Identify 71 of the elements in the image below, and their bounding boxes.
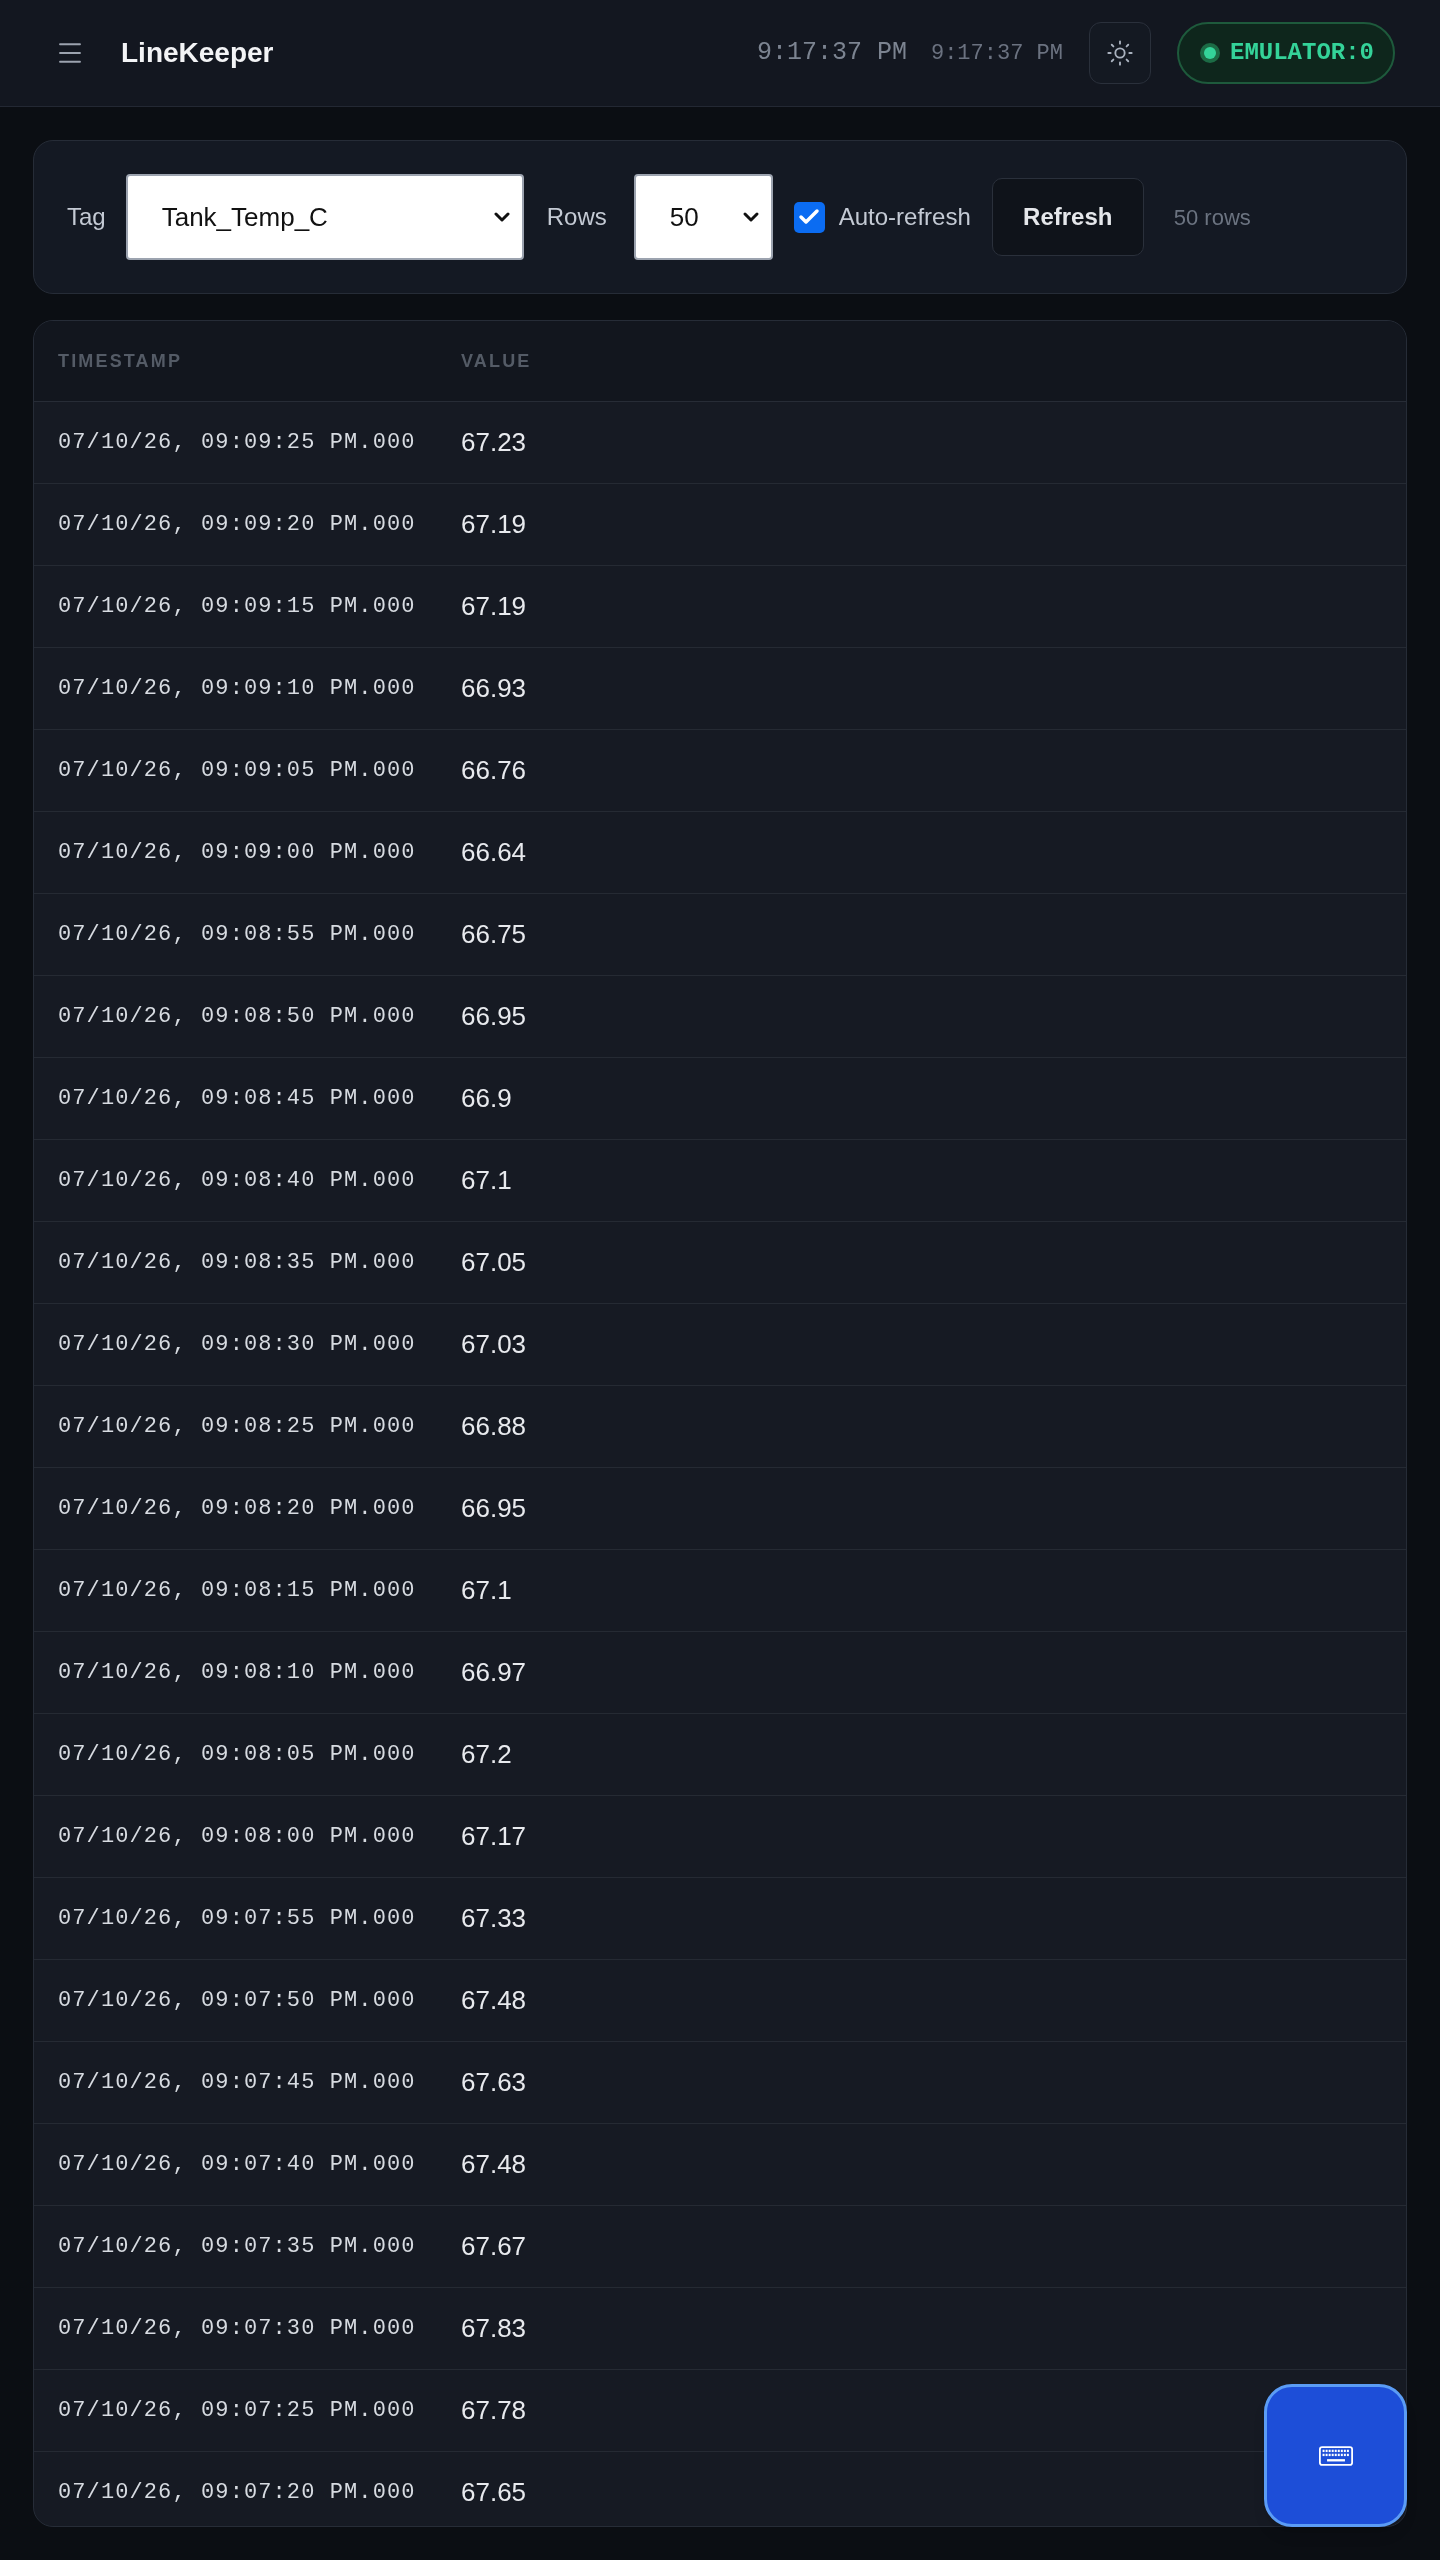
value-cell-text: 67.03 bbox=[461, 1328, 527, 1361]
value-cell-text: 66.95 bbox=[461, 1492, 527, 1525]
timestamp-cell-text: 07/10/26, 09:09:00 PM.000 bbox=[58, 839, 416, 867]
value-cell-text: 67.05 bbox=[461, 1246, 527, 1279]
tag-label: Tag bbox=[67, 202, 106, 232]
timestamp-cell-text: 07/10/26, 09:09:20 PM.000 bbox=[58, 511, 416, 539]
value-cell-text: 66.75 bbox=[461, 918, 527, 951]
column-header: TIMESTAMP bbox=[58, 349, 183, 373]
timestamp-cell-text: 07/10/26, 09:09:05 PM.000 bbox=[58, 757, 416, 785]
clock-time: 9:17:37 PM bbox=[930, 39, 1063, 68]
auto-refresh-checkbox[interactable] bbox=[793, 201, 825, 233]
timestamp-cell-text: 07/10/26, 09:08:10 PM.000 bbox=[58, 1659, 416, 1687]
rows-label: Rows bbox=[546, 202, 607, 232]
connection-label: EMULATOR:0 bbox=[1230, 38, 1375, 68]
value-cell-text: 67.78 bbox=[461, 2394, 527, 2427]
timestamp-cell-text: 07/10/26, 09:07:30 PM.000 bbox=[58, 2315, 416, 2343]
timestamp-cell-text: 07/10/26, 09:09:15 PM.000 bbox=[58, 593, 416, 621]
timestamp-cell-text: 07/10/26, 09:08:05 PM.000 bbox=[58, 1741, 416, 1769]
timestamp-cell-text: 07/10/26, 09:08:35 PM.000 bbox=[58, 1249, 416, 1277]
value-cell-text: 67.19 bbox=[461, 508, 527, 541]
column-header: VALUE bbox=[461, 349, 532, 373]
row-count: 50 rows bbox=[1173, 203, 1251, 232]
timestamp-cell-text: 07/10/26, 09:07:20 PM.000 bbox=[58, 2479, 416, 2507]
value-cell-text: 67.65 bbox=[461, 2476, 527, 2509]
auto-refresh-label: Auto-refresh bbox=[838, 202, 971, 232]
timestamp-cell-text: 07/10/26, 09:07:40 PM.000 bbox=[58, 2151, 416, 2179]
keyboard-icon bbox=[1318, 2445, 1353, 2466]
timestamp-cell-text: 07/10/26, 09:08:30 PM.000 bbox=[58, 1331, 416, 1359]
timestamp-cell-text: 07/10/26, 09:08:55 PM.000 bbox=[58, 921, 416, 949]
value-cell-text: 67.67 bbox=[461, 2230, 527, 2263]
value-cell-text: 67.48 bbox=[461, 2148, 527, 2181]
value-cell-text: 67.83 bbox=[461, 2312, 527, 2345]
value-cell-text: 67.1 bbox=[461, 1574, 512, 1607]
timestamp-cell-text: 07/10/26, 09:08:25 PM.000 bbox=[58, 1413, 416, 1441]
value-cell-text: 67.1 bbox=[461, 1164, 512, 1197]
value-cell-text: 67.23 bbox=[461, 426, 527, 459]
timestamp-cell-text: 07/10/26, 09:08:00 PM.000 bbox=[58, 1823, 416, 1851]
theme-toggle-button[interactable] bbox=[1089, 22, 1151, 84]
value-cell-text: 67.17 bbox=[461, 1820, 527, 1853]
value-cell-text: 67.48 bbox=[461, 1984, 527, 2017]
timestamp-cell-text: 07/10/26, 09:07:55 PM.000 bbox=[58, 1905, 416, 1933]
timestamp-cell-text: 07/10/26, 09:08:45 PM.000 bbox=[58, 1085, 416, 1113]
value-cell-text: 66.93 bbox=[461, 672, 527, 705]
timestamp-cell-text: 07/10/26, 09:08:15 PM.000 bbox=[58, 1577, 416, 1605]
value-cell-text: 66.88 bbox=[461, 1410, 527, 1443]
timestamp-cell-text: 07/10/26, 09:08:40 PM.000 bbox=[58, 1167, 416, 1195]
value-cell-text: 67.2 bbox=[461, 1738, 512, 1771]
timestamp-cell-text: 07/10/26, 09:07:50 PM.000 bbox=[58, 1987, 416, 2015]
value-cell-text: 67.19 bbox=[461, 590, 527, 623]
tag-select[interactable]: Tank_Temp_C bbox=[125, 174, 524, 260]
app-title: LineKeeper bbox=[121, 36, 274, 70]
rows-select[interactable]: 50 bbox=[633, 174, 773, 260]
keyboard-button[interactable] bbox=[1264, 2384, 1407, 2527]
value-cell-text: 66.97 bbox=[461, 1656, 527, 1689]
value-cell-text: 66.76 bbox=[461, 754, 527, 787]
status-dot-icon bbox=[1200, 43, 1220, 63]
timestamp-cell-text: 07/10/26, 09:07:45 PM.000 bbox=[58, 2069, 416, 2097]
timestamp-cell-text: 07/10/26, 09:09:25 PM.000 bbox=[58, 429, 416, 457]
value-cell-text: 66.9 bbox=[461, 1082, 512, 1115]
timestamp-cell-text: 07/10/26, 09:08:20 PM.000 bbox=[58, 1495, 416, 1523]
value-cell-text: 67.33 bbox=[461, 1902, 527, 1935]
clock-time: 9:17:37 PM bbox=[756, 37, 907, 70]
value-cell-text: 66.95 bbox=[461, 1000, 527, 1033]
value-cell-text: 66.64 bbox=[461, 836, 527, 869]
timestamp-cell-text: 07/10/26, 09:08:50 PM.000 bbox=[58, 1003, 416, 1031]
timestamp-cell-text: 07/10/26, 09:09:10 PM.000 bbox=[58, 675, 416, 703]
timestamp-cell-text: 07/10/26, 09:07:25 PM.000 bbox=[58, 2397, 416, 2425]
timestamp-cell-text: 07/10/26, 09:07:35 PM.000 bbox=[58, 2233, 416, 2261]
sun-icon bbox=[1106, 39, 1134, 67]
value-cell-text: 67.63 bbox=[461, 2066, 527, 2099]
refresh-button[interactable]: Refresh bbox=[991, 178, 1144, 256]
